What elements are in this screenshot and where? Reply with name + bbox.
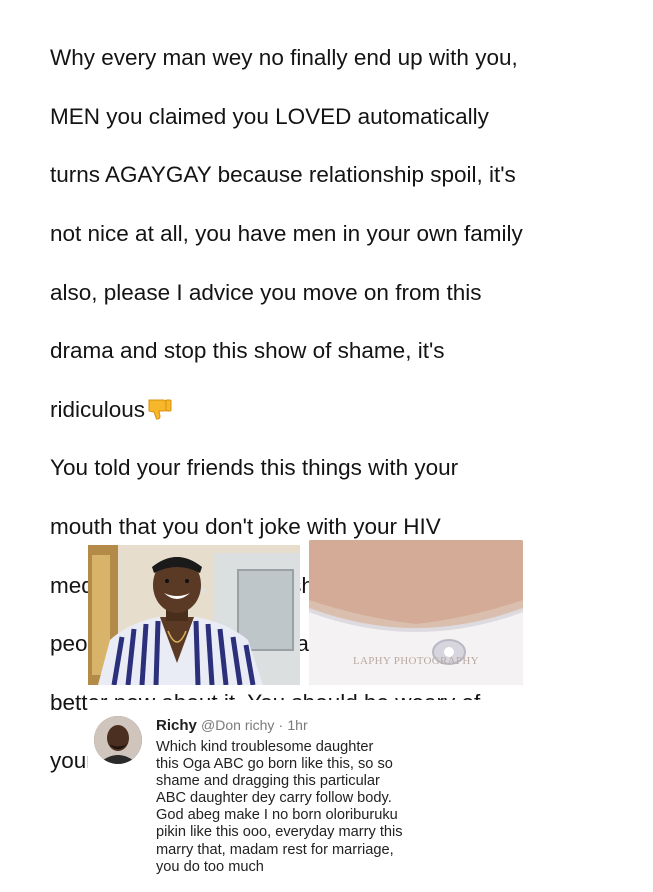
comment-line: marry that, madam rest for marriage,: [156, 841, 394, 858]
post-line-with-emoji: ridiculous: [50, 395, 640, 424]
man-photo[interactable]: [88, 545, 300, 685]
post-line: mouth that you don't joke with your HIV: [50, 514, 441, 540]
photo-watermark: LAPHY PHOTOGRAPHY: [353, 655, 479, 667]
post-line: MEN you claimed you LOVED automatically: [50, 103, 489, 129]
comment-author[interactable]: Richy: [156, 717, 197, 734]
comment-line: ABC daughter dey carry follow body.: [156, 790, 392, 807]
comment-line: God abeg make I no born oloriburuku: [156, 807, 398, 824]
post-line: also, please I advice you move on from t…: [50, 279, 482, 305]
post-text: Why every man wey no finally end up with…: [50, 14, 640, 805]
comment: Richy @Don richy · 1hr Which kind troubl…: [88, 700, 528, 892]
avatar[interactable]: [94, 716, 142, 764]
comment-line: shame and dragging this particular: [156, 773, 380, 790]
comment-separator: ·: [278, 717, 284, 733]
post-line: turns AGAYGAY because relationship spoil…: [50, 162, 516, 188]
comment-header: Richy @Don richy · 1hr: [156, 717, 308, 734]
comment-line: pikin like this ooo, everyday marry this: [156, 824, 403, 841]
post-line: ridiculous: [50, 396, 146, 422]
post-line: You told your friends this things with y…: [50, 455, 459, 481]
post-line: not nice at all, you have men in your ow…: [50, 221, 523, 247]
comment-line: you do too much: [156, 858, 264, 875]
comment-line: Which kind troublesome daughter: [156, 739, 374, 755]
comment-time: 1hr: [287, 717, 308, 733]
comment-body: Which kind troublesome daughter this Oga…: [156, 739, 516, 876]
post-line: Why every man wey no finally end up with…: [50, 45, 518, 71]
comment-line: this Oga ABC go born like this, so so: [156, 756, 393, 773]
thumbs-down-icon: [147, 397, 173, 421]
post-line: drama and stop this show of shame, it's: [50, 338, 445, 364]
comment-handle[interactable]: @Don richy: [201, 717, 274, 733]
woman-photo[interactable]: LAPHY PHOTOGRAPHY: [309, 540, 523, 685]
